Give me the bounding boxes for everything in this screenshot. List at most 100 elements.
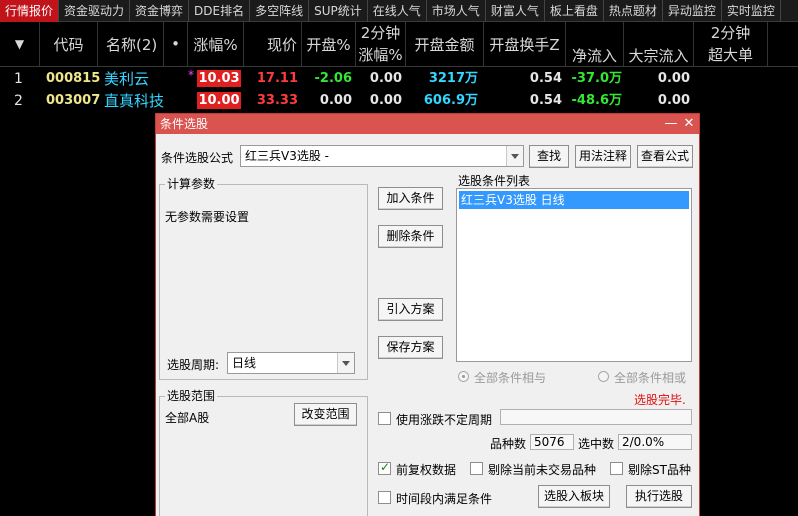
count-value: 5076 (530, 434, 574, 450)
period-input[interactable] (500, 409, 692, 425)
range-title: 选股范围 (165, 389, 218, 403)
selected-value: 2/0.0% (618, 434, 692, 450)
tab-bar: 行情报价 资金驱动力 资金博弈 DDE排名 多空阵线 SUP统计 在线人气 市场… (0, 0, 798, 22)
period-value: 日线 (232, 356, 257, 370)
header-open-turnover[interactable]: 开盘换手Z (484, 22, 566, 66)
tab-hot-topics[interactable]: 热点题材 (604, 0, 663, 22)
fq-label: 前复权数据 (396, 463, 457, 477)
header-open[interactable]: 开盘% (302, 22, 356, 66)
selected-label: 选中数 (578, 437, 615, 451)
fq-checkbox[interactable] (378, 460, 391, 475)
header-change-2min-bottom: 涨幅% (358, 46, 403, 64)
use-period-label: 使用涨跌不定周期 (396, 413, 493, 427)
header-price[interactable]: 现价 (244, 22, 302, 66)
import-plan-button[interactable]: 引入方案 (378, 298, 443, 321)
tab-quotes[interactable]: 行情报价 (0, 0, 60, 22)
header-change-2min-top: 2分钟 (360, 24, 401, 42)
chevron-down-icon[interactable] (506, 146, 523, 166)
usage-button[interactable]: 用法注释 (575, 145, 631, 168)
use-period-checkbox[interactable] (378, 412, 391, 425)
period-select[interactable]: 日线 (227, 352, 355, 374)
header-name[interactable]: 名称(2) (98, 22, 164, 66)
tab-long-short[interactable]: 多空阵线 (250, 0, 310, 22)
stock-code[interactable]: 003007 (46, 89, 100, 113)
condition-list-item[interactable]: 红三兵V3选股 日线 (459, 191, 689, 209)
header-block-inflow[interactable]: 大宗流入 (624, 22, 694, 66)
header-net-inflow[interactable]: 净流入 (566, 22, 624, 66)
app-window: { "tabs": ["行情报价","资金驱动力","资金博弈","DDE排名"… (0, 0, 798, 516)
add-condition-button[interactable]: 加入条件 (378, 187, 443, 210)
formula-select[interactable]: 红三兵V3选股 - (240, 145, 524, 167)
open-amount-value: 3217万 (428, 71, 478, 86)
and-label: 全部条件相与 (474, 371, 547, 385)
header-change-2min[interactable]: 2分钟 涨幅% (356, 22, 406, 66)
open-value: -2.06 (314, 71, 352, 86)
stock-screen-dialog: 条件选股 — ✕ 条件选股公式 红三兵V3选股 - 查找 用法注释 查看公式 计… (155, 113, 700, 516)
price-value: 17.11 (256, 71, 298, 86)
stock-name[interactable]: 美利云 (104, 67, 149, 91)
block-inflow-value: 0.00 (657, 71, 690, 86)
block-inflow-value: 0.00 (657, 93, 690, 108)
and-radio[interactable] (458, 371, 469, 382)
change-badge: 10.03 (197, 70, 241, 87)
time-range-label: 时间段内满足条件 (396, 492, 493, 506)
tab-online-pop[interactable]: 在线人气 (368, 0, 427, 22)
open-amount-value: 606.9万 (423, 93, 478, 108)
tab-anomaly[interactable]: 异动监控 (663, 0, 722, 22)
delete-condition-button[interactable]: 删除条件 (378, 225, 443, 248)
stock-code[interactable]: 000815 (46, 67, 100, 91)
tab-market-pop[interactable]: 市场人气 (427, 0, 486, 22)
condition-list[interactable]: 红三兵V3选股 日线 (456, 188, 692, 362)
header-extra (768, 22, 798, 66)
row-number: 1 (14, 71, 23, 87)
change-2min-value: 0.00 (369, 93, 402, 108)
header-change[interactable]: 涨幅% (188, 22, 244, 66)
exclude-st-checkbox[interactable] (610, 462, 623, 475)
turnover-value: 0.54 (529, 93, 562, 108)
tab-dde-rank[interactable]: DDE排名 (189, 0, 251, 22)
condition-list-title: 选股条件列表 (458, 174, 531, 188)
sort-icon[interactable]: ▼ (0, 22, 40, 66)
tab-board-watch[interactable]: 板上看盘 (545, 0, 604, 22)
open-value: 0.00 (319, 93, 352, 108)
stock-name[interactable]: 直真科技 (104, 89, 164, 113)
save-plan-button[interactable]: 保存方案 (378, 336, 443, 359)
tab-fund-game[interactable]: 资金博弈 (130, 0, 190, 22)
exclude-untraded-checkbox[interactable] (470, 462, 483, 475)
header-super-order-bottom: 超大单 (707, 46, 753, 64)
header-super-order[interactable]: 2分钟 超大单 (694, 22, 768, 66)
header-dot: • (164, 22, 188, 66)
header-open-amount[interactable]: 开盘金额 (406, 22, 484, 66)
status-text: 选股完毕. (634, 393, 686, 407)
chevron-down-icon[interactable] (337, 353, 354, 373)
stock-mark: * (188, 68, 194, 82)
dialog-title: 条件选股 (156, 114, 699, 134)
or-label: 全部条件相或 (614, 371, 687, 385)
period-label: 选股周期: (167, 358, 220, 372)
params-text: 无参数需要设置 (165, 210, 250, 224)
close-icon[interactable]: ✕ (682, 114, 696, 134)
change-range-button[interactable]: 改变范围 (294, 403, 357, 426)
tab-wealth-pop[interactable]: 财富人气 (486, 0, 545, 22)
or-radio[interactable] (598, 371, 609, 382)
change-2min-value: 0.00 (369, 71, 402, 86)
price-value: 33.33 (256, 93, 298, 108)
time-range-checkbox[interactable] (378, 491, 391, 504)
view-formula-button[interactable]: 查看公式 (637, 145, 693, 168)
exclude-st-label: 剔除ST品种 (628, 463, 691, 477)
formula-label: 条件选股公式 (161, 151, 234, 165)
header-code[interactable]: 代码 (40, 22, 98, 66)
change-badge: 10.00 (197, 92, 241, 109)
find-button[interactable]: 查找 (529, 145, 569, 168)
exclude-untraded-label: 剔除当前未交易品种 (488, 463, 597, 477)
execute-button[interactable]: 执行选股 (626, 485, 692, 508)
to-block-button[interactable]: 选股入板块 (538, 485, 610, 508)
net-inflow-value: -48.6万 (571, 93, 622, 108)
header-super-order-top: 2分钟 (710, 24, 751, 42)
tab-realtime[interactable]: 实时监控 (722, 0, 781, 22)
tab-fund-drive[interactable]: 资金驱动力 (59, 0, 131, 22)
net-inflow-value: -37.0万 (571, 71, 622, 86)
tab-sup-stats[interactable]: SUP统计 (309, 0, 368, 22)
minimize-icon[interactable]: — (664, 114, 678, 134)
row-number: 2 (14, 93, 23, 109)
